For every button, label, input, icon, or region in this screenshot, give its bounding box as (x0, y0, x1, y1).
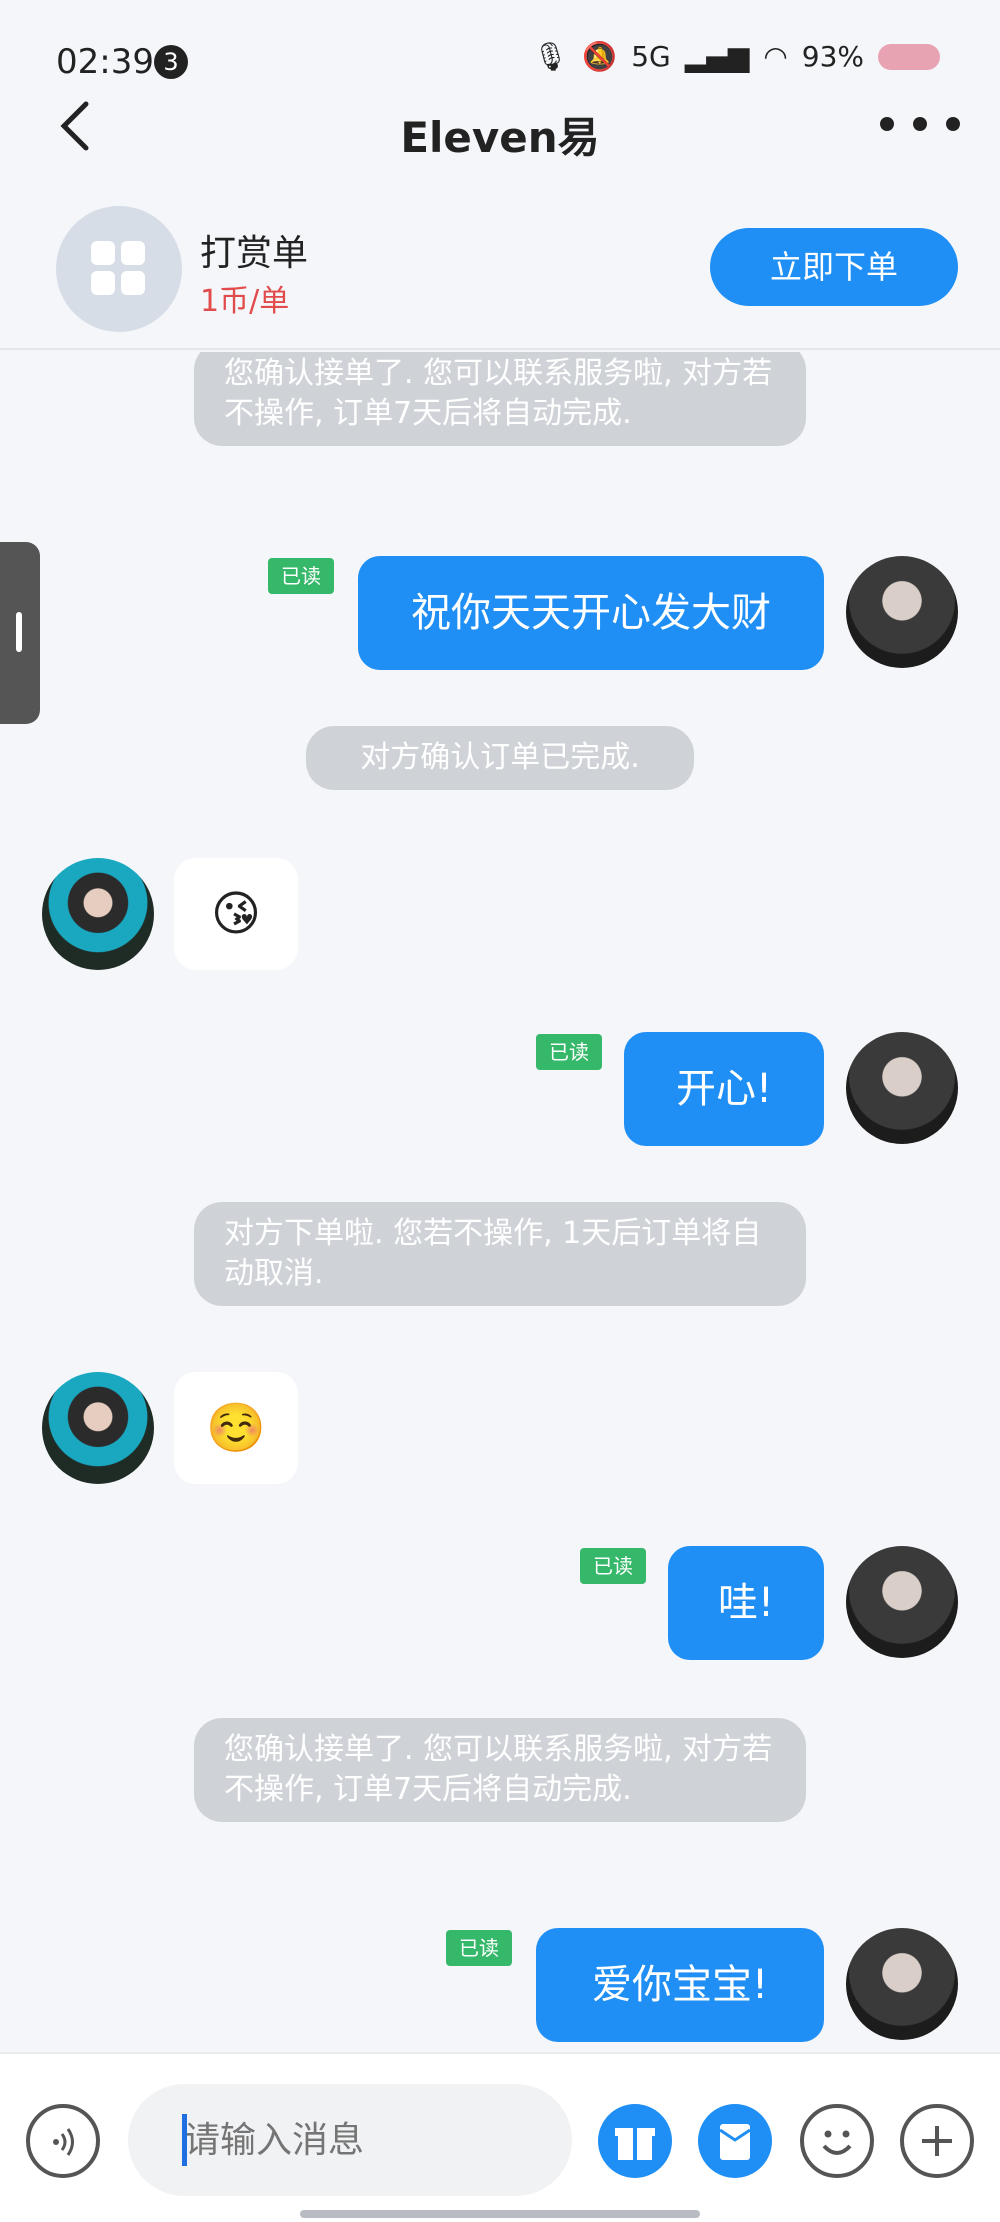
read-badge: 已读 (446, 1930, 512, 1966)
gift-icon (615, 2128, 655, 2160)
order-now-button[interactable]: 立即下单 (710, 228, 958, 306)
network-label: 5G (631, 40, 671, 73)
battery-percent: 93% (801, 40, 864, 73)
status-time: 02:39 (56, 42, 154, 82)
red-packet-icon (719, 2124, 751, 2160)
service-name: 打赏单 (200, 233, 309, 274)
voice-icon (53, 2128, 74, 2156)
more-menu-button[interactable] (880, 104, 960, 144)
incoming-emoji-message[interactable]: 😘 (174, 858, 298, 970)
chat-title: Eleven易 (400, 113, 600, 162)
composer-bar (0, 2052, 1000, 2222)
my-avatar[interactable] (846, 1928, 958, 2040)
contact-avatar[interactable] (42, 1372, 154, 1484)
smile-icon (822, 2130, 852, 2155)
service-thumbnail (56, 206, 182, 332)
system-message: 您确认接单了. 您可以联系服务啦, 对方若不操作, 订单7天后将自动完成. (194, 352, 806, 446)
system-message: 您确认接单了. 您可以联系服务啦, 对方若不操作, 订单7天后将自动完成. (194, 1718, 806, 1822)
my-avatar[interactable] (846, 1546, 958, 1658)
status-icons: 🎙 🔕 5G ▂▄▆ ◠ 93% (533, 40, 940, 73)
emoji-button[interactable] (800, 2104, 874, 2178)
my-avatar[interactable] (846, 1032, 958, 1144)
message-input[interactable] (128, 2084, 572, 2196)
apps-grid-icon (91, 241, 147, 297)
text-cursor (182, 2114, 187, 2166)
wifi-icon: ◠ (763, 40, 788, 73)
message-list[interactable]: 您确认接单了. 您可以联系服务啦, 对方若不操作, 订单7天后将自动完成. 已读… (0, 352, 1000, 2052)
service-card: 打赏单 1币/单 立即下单 (0, 190, 1000, 350)
more-dot-icon (880, 117, 894, 131)
notification-count-badge: 3 (154, 45, 188, 79)
read-badge: 已读 (580, 1548, 646, 1584)
service-price: 1币/单 (200, 284, 290, 319)
battery-icon (878, 43, 940, 70)
gift-button[interactable] (598, 2104, 672, 2178)
signal-icon: ▂▄▆ (684, 40, 750, 73)
outgoing-message[interactable]: 开心! (624, 1032, 824, 1146)
outgoing-message[interactable]: 爱你宝宝! (536, 1928, 824, 2042)
outgoing-message[interactable]: 哇! (668, 1546, 824, 1660)
more-actions-button[interactable] (900, 2104, 974, 2178)
more-dot-icon (913, 117, 927, 131)
voice-input-button[interactable] (26, 2104, 100, 2178)
mute-bell-icon: 🔕 (582, 40, 618, 73)
home-indicator[interactable] (300, 2210, 700, 2218)
mic-icon: 🎙 (532, 40, 569, 73)
read-badge: 已读 (268, 558, 334, 594)
my-avatar[interactable] (846, 556, 958, 668)
system-message: 对方确认订单已完成. (306, 726, 694, 790)
plus-icon (922, 2126, 952, 2156)
contact-avatar[interactable] (42, 858, 154, 970)
incoming-emoji-message[interactable]: ☺️ (174, 1372, 298, 1484)
read-badge: 已读 (536, 1034, 602, 1070)
red-packet-button[interactable] (698, 2104, 772, 2178)
top-nav: Eleven易 (0, 90, 1000, 170)
system-message: 对方下单啦. 您若不操作, 1天后订单将自动取消. (194, 1202, 806, 1306)
outgoing-message[interactable]: 祝你天天开心发大财 (358, 556, 824, 670)
more-dot-icon (946, 117, 960, 131)
